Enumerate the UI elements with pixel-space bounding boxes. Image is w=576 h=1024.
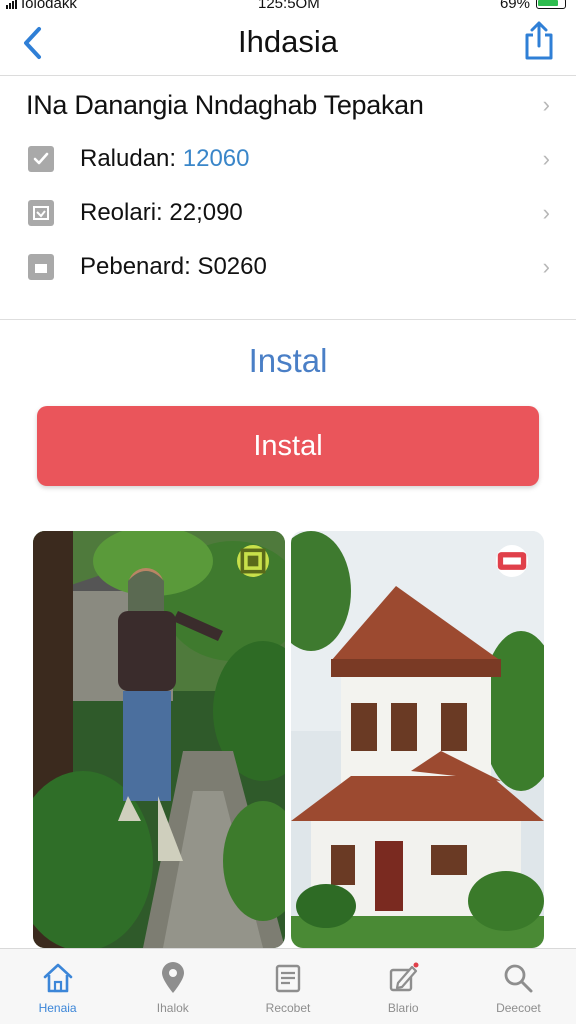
checkbox-icon xyxy=(28,146,54,172)
tab-label: Recobet xyxy=(265,1001,311,1015)
info-row-label: Raludan: 12060 xyxy=(80,145,250,172)
navigation-bar: Ihdasia xyxy=(0,14,576,76)
install-button[interactable]: Instal xyxy=(37,406,539,486)
location-pin-icon xyxy=(161,962,184,993)
image-icon xyxy=(28,200,54,226)
tab-bar: Henaia Ihalok Recobet Blario Deecoet xyxy=(0,948,576,1024)
home-icon xyxy=(43,963,72,993)
info-list: INa Danangia Nndaghab Tepakan › Raludan:… xyxy=(0,78,576,294)
info-header-row[interactable]: INa Danangia Nndaghab Tepakan › xyxy=(0,78,576,132)
info-row-value: 12060 xyxy=(182,145,250,172)
house-photo-image xyxy=(291,531,544,948)
status-right: 69% xyxy=(500,0,566,12)
info-row-raludan[interactable]: Raludan: 12060 › xyxy=(0,132,576,186)
tab-search[interactable]: Deecoet xyxy=(461,949,576,1024)
signal-icon xyxy=(6,0,17,9)
tab-home[interactable]: Henaia xyxy=(0,949,115,1024)
battery-percent: 69% xyxy=(499,0,530,12)
divider xyxy=(0,319,576,320)
chevron-right-icon: › xyxy=(542,254,550,279)
gallery-photo-garden[interactable] xyxy=(33,531,285,948)
info-row-value: 22;090 xyxy=(169,199,243,226)
flag-badge-icon xyxy=(496,545,528,577)
info-row-reolari[interactable]: Reolari: 22;090 › xyxy=(0,186,576,240)
share-icon xyxy=(525,21,553,60)
search-icon xyxy=(505,964,533,993)
tab-notes[interactable]: Recobet xyxy=(230,949,345,1024)
tab-label: Deecoet xyxy=(496,1001,541,1015)
chevron-right-icon: › xyxy=(542,146,550,171)
carrier-name: Iolodakk xyxy=(21,0,77,12)
notes-icon xyxy=(275,964,301,993)
tab-edit[interactable]: Blario xyxy=(346,949,461,1024)
chevron-right-icon: › xyxy=(542,92,550,117)
status-bar: Iolodakk 125:5OM 69% xyxy=(0,0,576,14)
share-button[interactable] xyxy=(522,20,556,60)
status-time: 125:5OM xyxy=(258,0,320,12)
edit-icon xyxy=(390,962,419,992)
info-row-pebenard[interactable]: Pebenard: S0260 › xyxy=(0,240,576,294)
gallery-badge-icon xyxy=(237,545,269,577)
info-header: INa Danangia Nndaghab Tepakan xyxy=(26,89,424,120)
tab-location[interactable]: Ihalok xyxy=(115,949,230,1024)
tab-label: Ihalok xyxy=(156,1001,189,1015)
info-row-value: S0260 xyxy=(197,253,267,280)
carrier-group: Iolodakk xyxy=(6,0,77,12)
install-heading: Instal xyxy=(248,342,328,379)
info-row-label: Reolari: 22;090 xyxy=(80,199,243,226)
document-icon xyxy=(28,254,54,280)
page-title: Ihdasia xyxy=(238,24,338,59)
tab-label: Blario xyxy=(387,1001,419,1015)
garden-photo-image xyxy=(33,531,285,948)
info-row-label: Pebenard: S0260 xyxy=(80,253,267,280)
chevron-right-icon: › xyxy=(542,200,550,225)
gallery-photo-house[interactable] xyxy=(291,531,544,948)
battery-icon xyxy=(536,0,566,9)
tab-label: Henaia xyxy=(38,1001,77,1015)
